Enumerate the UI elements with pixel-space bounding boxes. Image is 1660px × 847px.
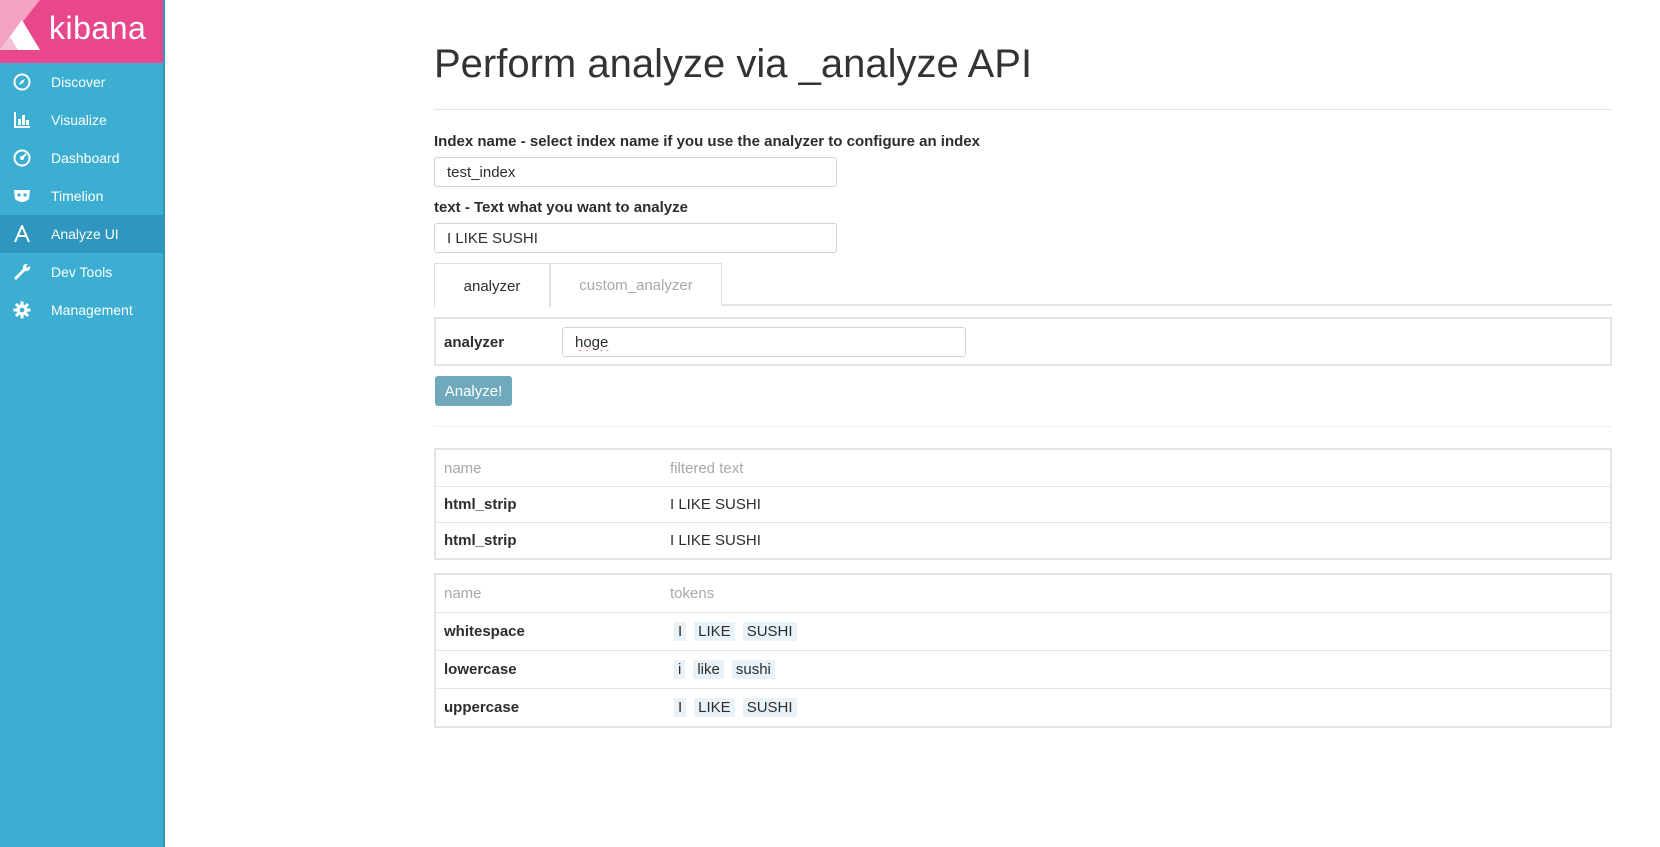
results-divider xyxy=(434,426,1612,427)
table-row: html_strip I LIKE SUSHI xyxy=(436,486,1610,522)
kibana-app: kibana Discover Visualize Dashboard Time… xyxy=(0,0,1660,847)
token-list: I LIKE SUSHI xyxy=(670,622,1610,641)
table-row: uppercase I LIKE SUSHI xyxy=(436,688,1610,726)
token-filter-name: lowercase xyxy=(444,661,517,678)
dashboard-gauge-icon xyxy=(12,148,32,168)
index-name-label: Index name - select index name if you us… xyxy=(434,133,980,150)
sidebar-item-label: Discover xyxy=(51,74,106,90)
index-name-input[interactable] xyxy=(434,157,837,187)
token-list: i like sushi xyxy=(670,660,1610,679)
token: I xyxy=(674,622,687,641)
filtered-text-value: I LIKE SUSHI xyxy=(670,532,761,549)
tab-analyzer[interactable]: analyzer xyxy=(434,263,550,308)
sidebar-item-label: Dev Tools xyxy=(51,264,113,280)
sidebar-item-label: Visualize xyxy=(51,112,107,128)
analyzer-tabs: analyzer custom_analyzer xyxy=(434,263,1612,308)
char-filter-name: html_strip xyxy=(444,496,517,513)
compass-icon xyxy=(12,72,32,92)
tab-custom-analyzer[interactable]: custom_analyzer xyxy=(550,263,722,306)
text-label: text - Text what you want to analyze xyxy=(434,199,688,216)
analyzer-panel: analyzer xyxy=(434,317,1612,366)
sidebar-item-label: Analyze UI xyxy=(51,226,119,242)
text-input[interactable] xyxy=(434,223,837,253)
table-row: html_strip I LIKE SUSHI xyxy=(436,522,1610,558)
wrench-icon xyxy=(12,262,32,282)
column-header-filtered-text: filtered text xyxy=(670,459,744,477)
column-header-tokens: tokens xyxy=(670,585,715,602)
sidebar-item-dev-tools[interactable]: Dev Tools xyxy=(0,253,163,291)
token-list: I LIKE SUSHI xyxy=(670,698,1610,717)
sidebar-item-discover[interactable]: Discover xyxy=(0,63,163,101)
token: LIKE xyxy=(694,698,735,717)
sidebar-item-visualize[interactable]: Visualize xyxy=(0,101,163,139)
token-filter-name: uppercase xyxy=(444,699,520,716)
token: like xyxy=(693,660,724,679)
token: SUSHI xyxy=(742,622,797,641)
sidebar-item-management[interactable]: Management xyxy=(0,291,163,329)
analyzer-label: analyzer xyxy=(444,334,505,351)
table-row: lowercase i like sushi xyxy=(436,650,1610,688)
column-header-name: name xyxy=(444,585,482,602)
logo-text: kibana xyxy=(49,10,147,46)
token: i xyxy=(674,660,686,679)
token: I xyxy=(674,698,687,717)
column-header-name: name xyxy=(444,459,482,477)
token-filter-name: whitespace xyxy=(444,623,525,640)
sidebar-item-analyze-ui[interactable]: Analyze UI xyxy=(0,215,163,253)
sidebar-item-label: Dashboard xyxy=(51,150,120,166)
kibana-logo[interactable]: kibana xyxy=(0,0,163,63)
analyzer-input[interactable] xyxy=(562,327,966,357)
page-title: Perform analyze via _analyze API xyxy=(434,42,1033,86)
char-filter-table: name filtered text html_strip I LIKE SUS… xyxy=(434,448,1612,560)
sidebar: kibana Discover Visualize Dashboard Time… xyxy=(0,0,165,847)
char-filter-name: html_strip xyxy=(444,532,517,549)
title-divider xyxy=(434,109,1612,110)
token: SUSHI xyxy=(742,698,797,717)
token: LIKE xyxy=(694,622,735,641)
gear-icon xyxy=(12,300,32,320)
sidebar-item-label: Management xyxy=(51,302,133,318)
bar-chart-icon xyxy=(12,110,32,130)
sidebar-item-dashboard[interactable]: Dashboard xyxy=(0,139,163,177)
sidebar-item-timelion[interactable]: Timelion xyxy=(0,177,163,215)
table-header-row: name filtered text xyxy=(436,450,1610,486)
sidebar-item-label: Timelion xyxy=(51,188,104,204)
table-row: whitespace I LIKE SUSHI xyxy=(436,612,1610,650)
analyze-button[interactable]: Analyze! xyxy=(435,376,512,406)
letter-a-icon xyxy=(12,224,32,244)
timelion-mask-icon xyxy=(12,186,32,206)
filtered-text-value: I LIKE SUSHI xyxy=(670,496,761,513)
token-filter-table: name tokens whitespace I LIKE SUSHI lowerc… xyxy=(434,573,1612,728)
table-header-row: name tokens xyxy=(436,575,1610,612)
token: sushi xyxy=(731,660,775,679)
